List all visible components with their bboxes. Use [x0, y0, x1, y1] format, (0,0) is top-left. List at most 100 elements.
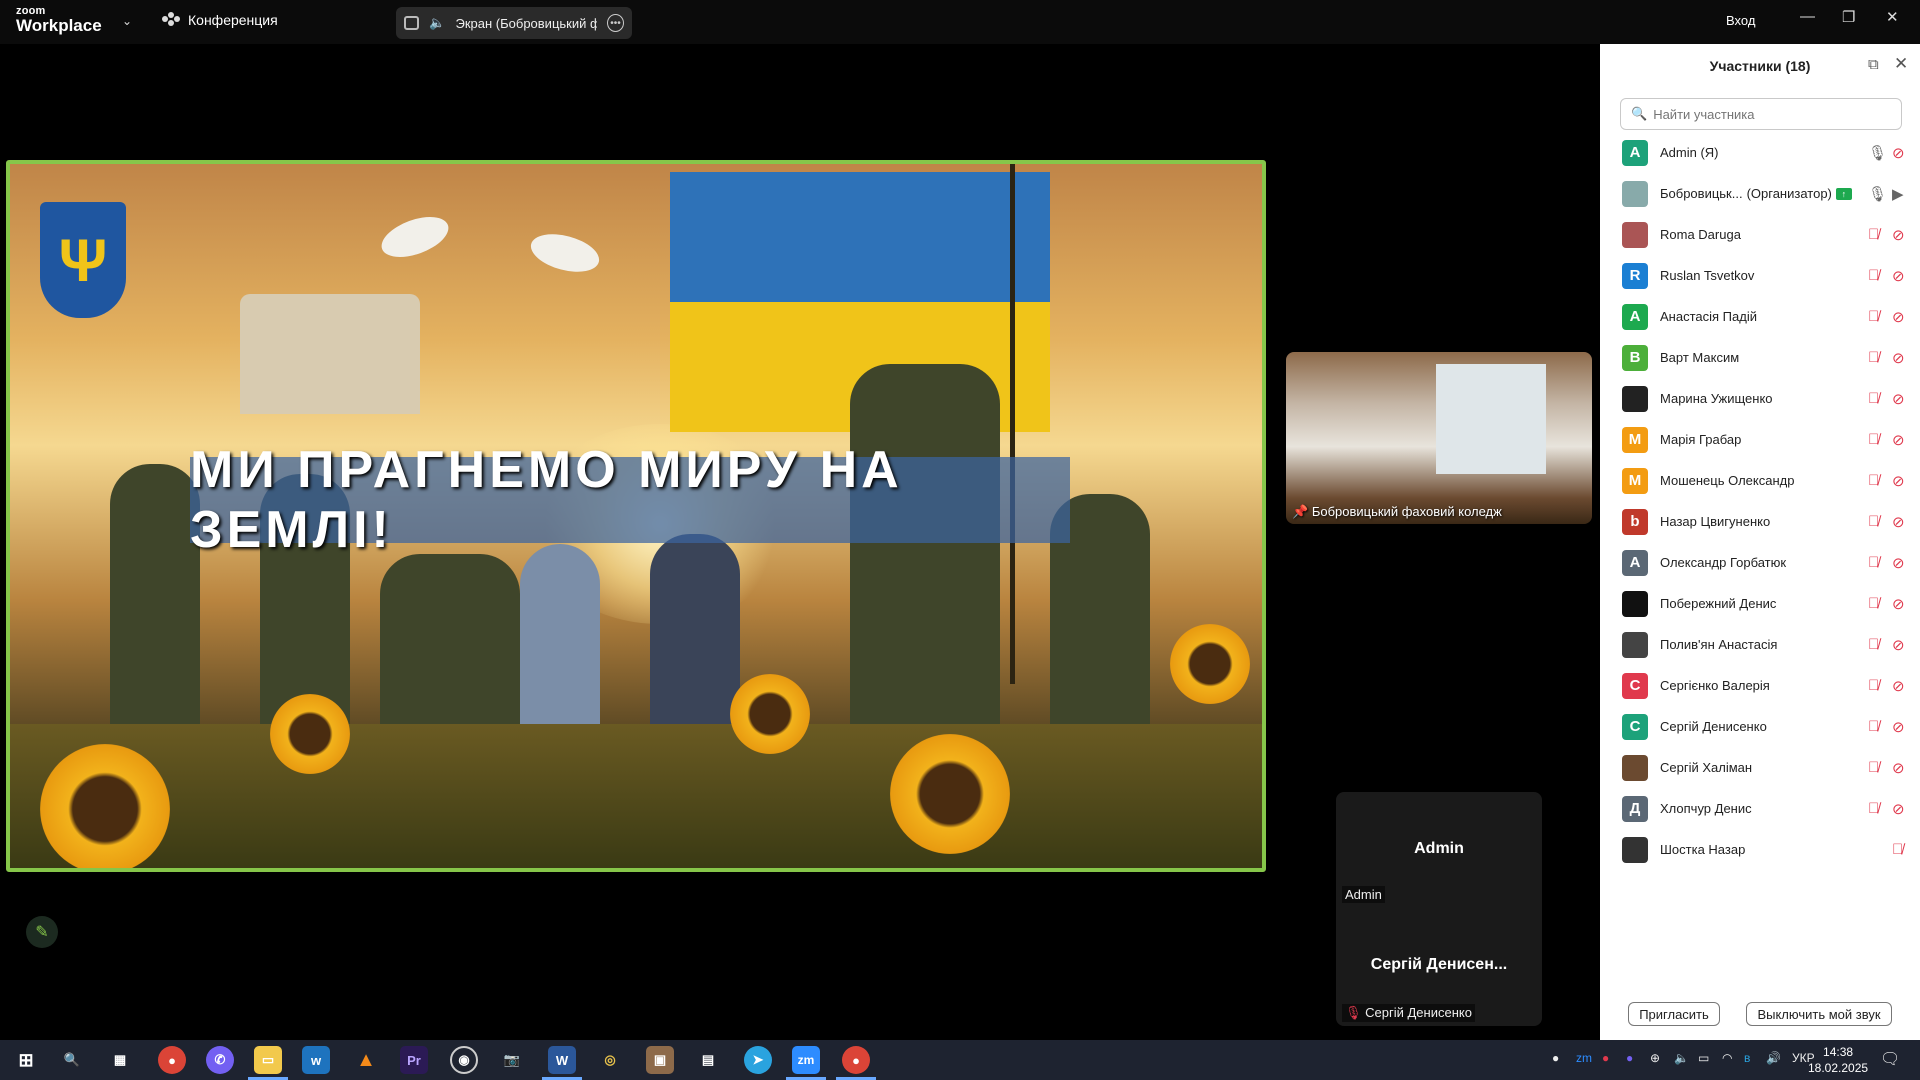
participant-row[interactable]: Марина Ужищенко 🎙̸ ⊘ [1600, 378, 1920, 419]
chrome-alt-icon[interactable]: ● [836, 1046, 876, 1080]
camera-off-icon[interactable]: ⊘ [1892, 267, 1905, 285]
zoom-icon[interactable]: zm [786, 1046, 826, 1080]
invite-button[interactable]: Пригласить [1628, 1002, 1720, 1026]
close-icon[interactable]: ✕ [1886, 8, 1899, 26]
tray-zoom-icon[interactable]: zm [1576, 1051, 1592, 1065]
telegram-icon[interactable]: ➤ [744, 1046, 772, 1074]
mic-on-icon[interactable]: 🎙 [1868, 185, 1887, 203]
participant-row[interactable]: Побережний Денис 🎙̸ ⊘ [1600, 583, 1920, 624]
zoom-logo[interactable]: zoom Workplace [16, 6, 102, 35]
pop-out-icon[interactable]: ⧉ [1868, 56, 1879, 73]
mic-off-icon[interactable]: 🎙̸ [1868, 349, 1879, 366]
tray-wifi-icon[interactable]: ◠ [1722, 1051, 1732, 1065]
participant-row[interactable]: M Марія Грабар 🎙̸ ⊘ [1600, 419, 1920, 460]
camera-off-icon[interactable]: ⊘ [1892, 718, 1905, 736]
vlc-icon[interactable]: ▲ [352, 1046, 380, 1074]
mic-off-icon[interactable]: 🎙̸ [1868, 513, 1879, 530]
tray-volume-icon[interactable]: 🔈 [1674, 1051, 1689, 1065]
tray-bluetooth-icon[interactable]: ʙ [1744, 1051, 1750, 1065]
mic-off-icon[interactable]: 🎙̸ [1868, 267, 1879, 284]
camera-off-icon[interactable]: ⊘ [1892, 144, 1905, 162]
participant-row[interactable]: Сергій Халіман 🎙̸ ⊘ [1600, 747, 1920, 788]
tray-network-icon[interactable]: ⊕ [1650, 1051, 1660, 1065]
camera-on-icon[interactable]: ▶ [1892, 185, 1904, 203]
obs-icon[interactable]: ◉ [450, 1046, 478, 1074]
login-button[interactable]: Вход [1726, 13, 1755, 28]
notifications-icon[interactable]: 🗨 [1880, 1049, 1900, 1069]
participant-row[interactable]: C Сергієнко Валерія 🎙̸ ⊘ [1600, 665, 1920, 706]
search-input[interactable] [1653, 106, 1894, 122]
mic-off-icon[interactable]: 🎙̸ [1868, 554, 1879, 571]
eye-app-icon[interactable]: ◎ [596, 1046, 624, 1074]
mic-off-icon[interactable]: 🎙̸ [1868, 308, 1879, 325]
mic-off-icon[interactable]: 🎙̸ [1868, 226, 1879, 243]
tray-viber-icon[interactable]: ● [1626, 1051, 1633, 1065]
viber-icon[interactable]: ✆ [206, 1046, 234, 1074]
webex-icon[interactable]: w [302, 1046, 330, 1074]
shared-screen[interactable]: Ψ МИ ПРАГНЕМО МИРУ НА ЗЕМЛІ! [6, 160, 1266, 872]
mic-on-icon[interactable]: 🎙 [1868, 144, 1887, 162]
participant-row[interactable]: Полив'ян Анастасія 🎙̸ ⊘ [1600, 624, 1920, 665]
chrome-icon[interactable]: ● [158, 1046, 186, 1074]
mute-myself-button[interactable]: Выключить мой звук [1746, 1002, 1892, 1026]
camera-off-icon[interactable]: ⊘ [1892, 513, 1905, 531]
camera-off-icon[interactable]: ⊘ [1892, 800, 1905, 818]
camera-off-icon[interactable]: ⊘ [1892, 431, 1905, 449]
participant-row[interactable]: B Варт Максим 🎙̸ ⊘ [1600, 337, 1920, 378]
participant-row[interactable]: M Мошенець Олександр 🎙̸ ⊘ [1600, 460, 1920, 501]
participant-row[interactable]: A Анастасія Падій 🎙̸ ⊘ [1600, 296, 1920, 337]
mic-off-icon[interactable]: 🎙̸ [1868, 718, 1879, 735]
participant-search[interactable]: 🔍 [1620, 98, 1902, 130]
tray-sound-icon[interactable]: 🔊 [1766, 1051, 1781, 1065]
mic-off-icon[interactable]: 🎙̸ [1868, 800, 1879, 817]
task-view-icon[interactable]: ▦ [106, 1046, 134, 1074]
meeting-info-button[interactable]: Конференция [162, 12, 278, 28]
tray-app-icon[interactable]: ● [1602, 1051, 1609, 1065]
mic-off-icon[interactable]: 🎙̸ [1868, 431, 1879, 448]
screen-share-indicator[interactable]: 🔈 Экран (Бобровицький фахо ••• [396, 7, 632, 39]
mic-off-icon[interactable]: 🎙̸ [1868, 677, 1879, 694]
video-tile-stack[interactable]: Admin Admin Сергій Денисен... 🎙 Сергій Д… [1336, 792, 1542, 1026]
camera-off-icon[interactable]: ⊘ [1892, 390, 1905, 408]
participant-row[interactable]: A Олександр Горбатюк 🎙̸ ⊘ [1600, 542, 1920, 583]
image-viewer-icon[interactable]: ▣ [646, 1046, 674, 1074]
premiere-icon[interactable]: Pr [400, 1046, 428, 1074]
video-tile-pinned[interactable]: 📌 Бобровицький фаховий коледж [1286, 352, 1592, 524]
participant-row[interactable]: b Назар Цвигуненко 🎙̸ ⊘ [1600, 501, 1920, 542]
participant-row[interactable]: C Сергій Денисенко 🎙̸ ⊘ [1600, 706, 1920, 747]
participant-row[interactable]: A Admin (Я) 🎙 ⊘ [1600, 132, 1920, 173]
camera-icon[interactable]: 📷 [498, 1046, 526, 1074]
participant-row[interactable]: Бобровицьк... (Организатор) ↑ 🎙 ▶ [1600, 173, 1920, 214]
search-icon[interactable]: 🔍 [58, 1046, 86, 1074]
mic-off-icon[interactable]: 🎙̸ [1868, 595, 1879, 612]
participant-row[interactable]: Шостка Назар 🎙̸ [1600, 829, 1920, 870]
camera-off-icon[interactable]: ⊘ [1892, 636, 1905, 654]
mic-off-icon[interactable]: 🎙̸ [1868, 636, 1879, 653]
mic-off-icon[interactable]: 🎙̸ [1868, 472, 1879, 489]
tray-chrome-icon[interactable]: ● [1552, 1051, 1559, 1065]
camera-off-icon[interactable]: ⊘ [1892, 759, 1905, 777]
camera-off-icon[interactable]: ⊘ [1892, 677, 1905, 695]
clock[interactable]: 14:38 18.02.2025 [1808, 1044, 1868, 1076]
more-options-icon[interactable]: ••• [606, 14, 624, 32]
close-panel-icon[interactable]: ✕ [1894, 54, 1908, 74]
participant-row[interactable]: Д Хлопчур Денис 🎙̸ ⊘ [1600, 788, 1920, 829]
participant-row[interactable]: Roma Daruga 🎙̸ ⊘ [1600, 214, 1920, 255]
camera-off-icon[interactable]: ⊘ [1892, 349, 1905, 367]
word-icon[interactable]: W [542, 1046, 582, 1080]
camera-off-icon[interactable]: ⊘ [1892, 554, 1905, 572]
mic-off-icon[interactable]: 🎙̸ [1868, 390, 1879, 407]
mic-off-icon[interactable]: 🎙̸ [1892, 841, 1903, 858]
minimize-icon[interactable]: — [1800, 8, 1815, 25]
mic-off-icon[interactable]: 🎙̸ [1868, 759, 1879, 776]
control-panel-icon[interactable]: ▤ [694, 1046, 722, 1074]
windows-start-icon[interactable]: ⊞ [12, 1046, 40, 1074]
camera-off-icon[interactable]: ⊘ [1892, 308, 1905, 326]
chevron-down-icon[interactable]: ⌄ [122, 14, 132, 28]
camera-off-icon[interactable]: ⊘ [1892, 595, 1905, 613]
camera-off-icon[interactable]: ⊘ [1892, 472, 1905, 490]
annotate-pencil-icon[interactable]: ✎ [26, 916, 58, 948]
participant-row[interactable]: R Ruslan Tsvetkov 🎙̸ ⊘ [1600, 255, 1920, 296]
camera-off-icon[interactable]: ⊘ [1892, 226, 1905, 244]
file-explorer-icon[interactable]: ▭ [248, 1046, 288, 1080]
